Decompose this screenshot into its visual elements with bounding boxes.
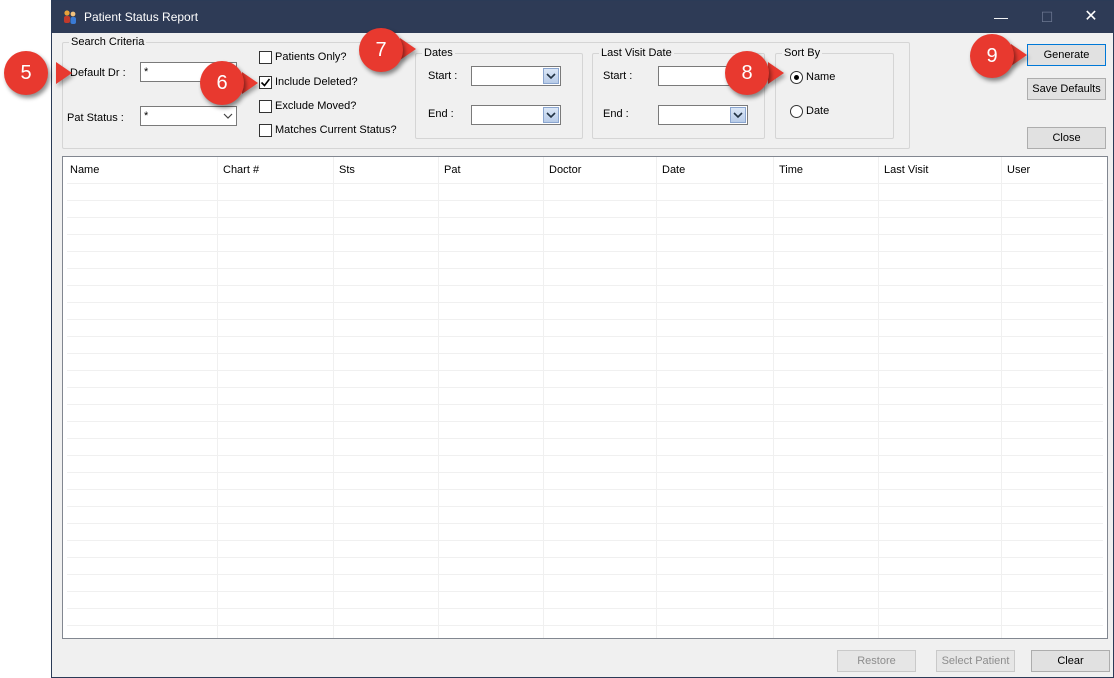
column-header-sts[interactable]: Sts xyxy=(339,164,355,176)
column-header-pat[interactable]: Pat xyxy=(444,164,461,176)
pat-status-value: * xyxy=(144,110,149,122)
app-icon xyxy=(64,10,76,24)
exclude-moved-checkbox[interactable] xyxy=(259,100,272,113)
generate-button[interactable]: Generate xyxy=(1027,44,1106,66)
grid-row-line xyxy=(67,268,1103,269)
matches-current-status-checkbox[interactable] xyxy=(259,124,272,137)
results-grid[interactable]: Name Chart # Sts Pat Doctor Date Time La… xyxy=(62,156,1108,639)
calendar-dropdown-icon[interactable] xyxy=(543,68,559,84)
sort-by-group: Sort By xyxy=(775,47,894,139)
matches-current-status-label: Matches Current Status? xyxy=(275,124,397,136)
callout-5-pointer xyxy=(56,62,72,84)
dates-legend: Dates xyxy=(422,47,455,59)
grid-row-line xyxy=(67,540,1103,541)
grid-row-line xyxy=(67,472,1103,473)
select-patient-button[interactable]: Select Patient xyxy=(936,650,1015,672)
callout-7: 7 xyxy=(359,28,403,72)
maximize-button[interactable]: ☐ xyxy=(1024,1,1070,33)
sort-by-date-radio[interactable] xyxy=(790,105,803,118)
grid-row-line xyxy=(67,251,1103,252)
calendar-dropdown-icon[interactable] xyxy=(543,107,559,123)
default-dr-label: Default Dr : xyxy=(70,67,126,79)
dates-end-picker[interactable] xyxy=(471,105,561,125)
column-header-last-visit[interactable]: Last Visit xyxy=(884,164,928,176)
grid-row-line xyxy=(67,387,1103,388)
last-visit-start-label: Start : xyxy=(603,70,633,82)
pat-status-label: Pat Status : xyxy=(67,112,124,124)
minimize-button[interactable]: — xyxy=(978,1,1024,33)
include-deleted-checkbox[interactable] xyxy=(259,76,272,89)
grid-header: Name Chart # Sts Pat Doctor Date Time La… xyxy=(63,157,1107,183)
grid-row-line xyxy=(67,302,1103,303)
grid-row-line xyxy=(67,319,1103,320)
dates-start-label: Start : xyxy=(428,70,458,82)
grid-row-line xyxy=(67,370,1103,371)
grid-row-line xyxy=(67,523,1103,524)
calendar-dropdown-icon[interactable] xyxy=(730,107,746,123)
grid-row-line xyxy=(67,557,1103,558)
grid-row-line xyxy=(67,489,1103,490)
chevron-down-icon xyxy=(223,113,233,119)
callout-6: 6 xyxy=(200,61,244,105)
grid-row-line xyxy=(67,183,1103,184)
callout-8: 8 xyxy=(725,51,769,95)
column-header-name[interactable]: Name xyxy=(70,164,99,176)
sort-by-name-label: Name xyxy=(806,71,836,83)
last-visit-end-picker[interactable] xyxy=(658,105,748,125)
sort-by-name-radio[interactable] xyxy=(790,71,803,84)
column-header-doctor[interactable]: Doctor xyxy=(549,164,581,176)
column-header-user[interactable]: User xyxy=(1007,164,1030,176)
search-criteria-legend: Search Criteria xyxy=(69,36,147,48)
save-defaults-button[interactable]: Save Defaults xyxy=(1027,78,1106,100)
pat-status-dropdown[interactable]: * xyxy=(140,106,237,126)
callout-5: 5 xyxy=(4,51,48,95)
last-visit-legend: Last Visit Date xyxy=(599,47,674,59)
callout-8-pointer xyxy=(768,62,784,84)
patients-only-checkbox[interactable] xyxy=(259,51,272,64)
grid-row-line xyxy=(67,200,1103,201)
column-header-time[interactable]: Time xyxy=(779,164,803,176)
last-visit-end-label: End : xyxy=(603,108,629,120)
grid-row-line xyxy=(67,574,1103,575)
sort-by-date-label: Date xyxy=(806,105,830,117)
close-window-button[interactable]: ✕ xyxy=(1068,1,1114,33)
restore-button[interactable]: Restore xyxy=(837,650,916,672)
column-header-date[interactable]: Date xyxy=(662,164,685,176)
column-header-chart[interactable]: Chart # xyxy=(223,164,259,176)
grid-row-line xyxy=(67,438,1103,439)
grid-row-line xyxy=(67,608,1103,609)
grid-row-line xyxy=(67,353,1103,354)
grid-row-line xyxy=(67,234,1103,235)
checkmark-icon xyxy=(260,78,271,87)
title-bar[interactable]: Patient Status Report — ☐ ✕ xyxy=(52,1,1113,33)
grid-row-line xyxy=(67,285,1103,286)
grid-row-line xyxy=(67,217,1103,218)
clear-button[interactable]: Clear xyxy=(1031,650,1110,672)
window-title: Patient Status Report xyxy=(84,10,199,24)
grid-row-line xyxy=(67,336,1103,337)
callout-6-pointer xyxy=(242,72,258,94)
dates-end-label: End : xyxy=(428,108,454,120)
grid-row-line xyxy=(67,591,1103,592)
grid-row-line xyxy=(67,421,1103,422)
grid-row-line xyxy=(67,404,1103,405)
patients-only-label: Patients Only? xyxy=(275,51,347,63)
grid-row-line xyxy=(67,506,1103,507)
grid-row-line xyxy=(67,625,1103,626)
close-button[interactable]: Close xyxy=(1027,127,1106,149)
include-deleted-label: Include Deleted? xyxy=(275,76,358,88)
grid-row-line xyxy=(67,455,1103,456)
sort-by-legend: Sort By xyxy=(782,47,823,59)
exclude-moved-label: Exclude Moved? xyxy=(275,100,357,112)
dates-start-picker[interactable] xyxy=(471,66,561,86)
callout-9: 9 xyxy=(970,34,1014,78)
